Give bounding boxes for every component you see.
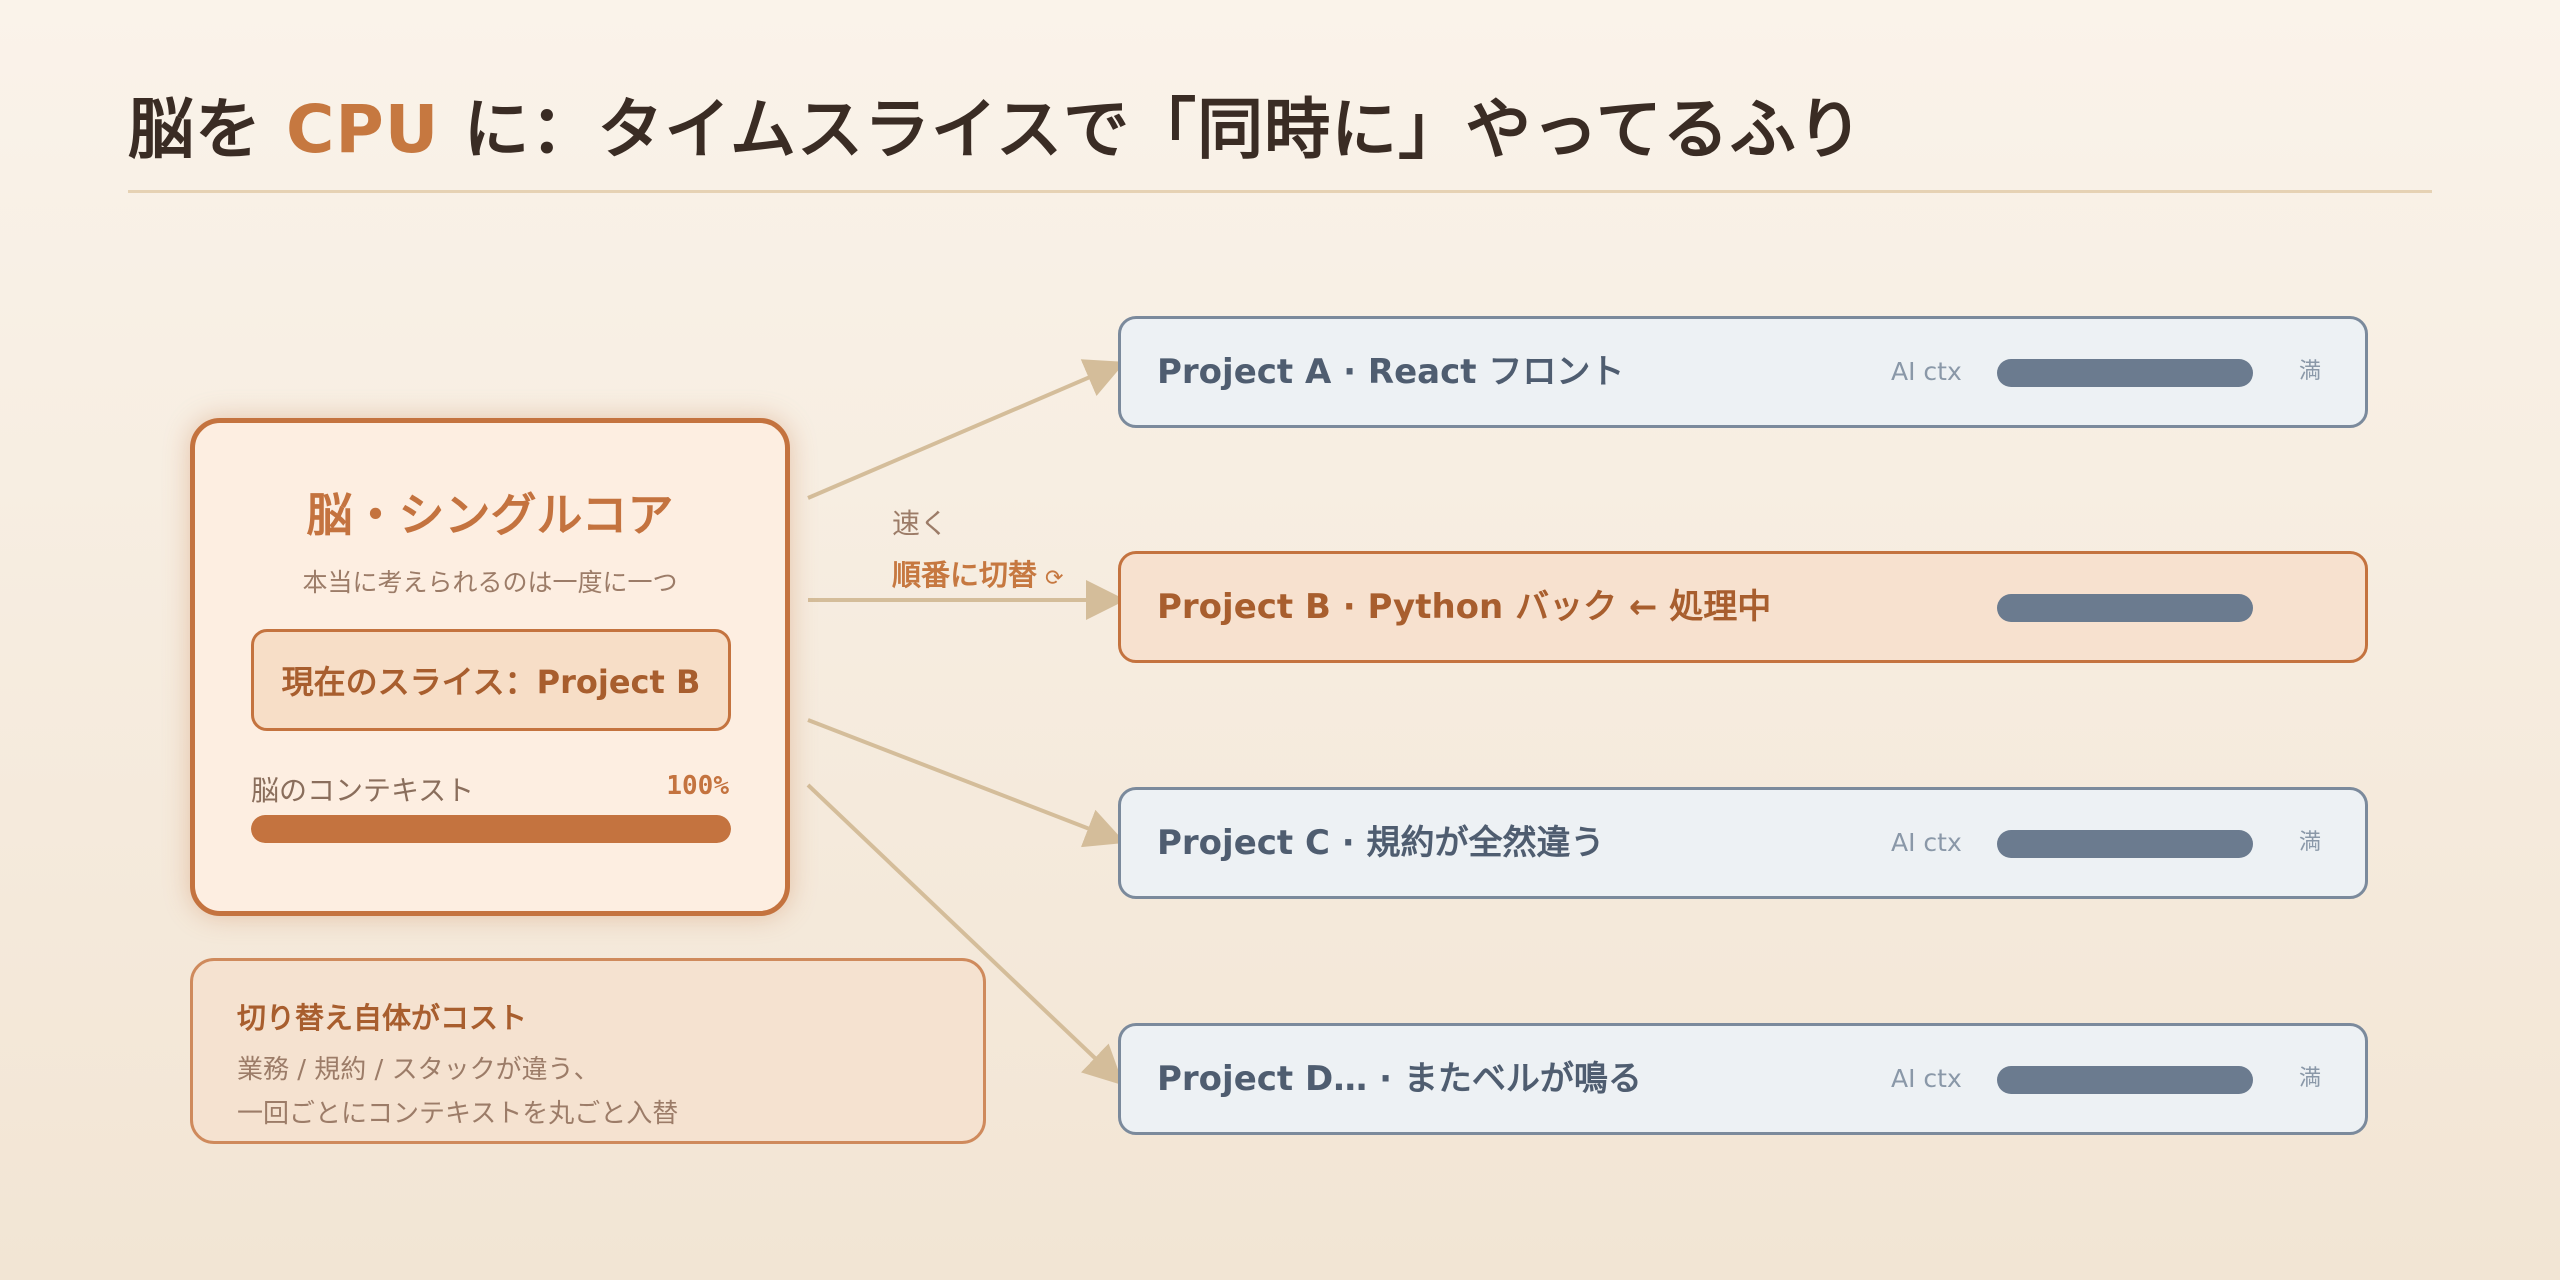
current-slice-box: 現在のスライス：Project B — [251, 629, 731, 731]
switch-note-order: 順番に切替 ⟳ — [892, 552, 1063, 594]
brain-title: 脳・シングルコア — [306, 488, 674, 542]
project-card-b: Project B · Python バック ← 処理中 — [1118, 551, 2368, 663]
project-name: Project A · React フロント — [1157, 352, 1625, 392]
brain-context-label: 脳のコンテキスト — [251, 774, 475, 807]
project-ai-ctx-status: 満 — [2299, 1066, 2322, 1091]
project-card-a: Project A · React フロント AI ctx 満 — [1118, 316, 2368, 428]
project-ai-ctx-status: 満 — [2299, 830, 2322, 855]
brain-context-value: 100% — [666, 771, 729, 801]
project-ai-ctx-status: 満 — [2299, 359, 2322, 384]
switch-note: 速く 順番に切替 ⟳ — [892, 502, 1063, 594]
switch-note-speed: 速く — [892, 507, 949, 540]
switch-cost-line-2: 一回ごとにコンテキストを丸ごと入替 — [237, 1099, 679, 1129]
brain-subtitle: 本当に考えられるのは一度に一つ — [302, 568, 678, 597]
brain-card: 脳・シングルコア 本当に考えられるのは一度に一つ 現在のスライス：Project… — [190, 418, 790, 916]
brain-context-fill — [251, 815, 731, 843]
arrow-to-project-c — [807, 718, 1126, 848]
project-ai-ctx-bar — [1997, 830, 2253, 858]
project-name: Project B · Python バック ← 処理中 — [1157, 587, 1772, 627]
cycle-icon: ⟳ — [1045, 566, 1064, 591]
project-ai-ctx-bar — [1997, 1066, 2253, 1094]
switch-cost-line-1: 業務 / 規約 / スタックが違う、 — [237, 1055, 600, 1085]
project-card-d: Project D… · またベルが鳴る AI ctx 満 — [1118, 1023, 2368, 1135]
project-ai-ctx-bar — [1997, 359, 2253, 387]
project-name: Project D… · またベルが鳴る — [1157, 1059, 1642, 1099]
project-ai-ctx-label: AI ctx — [1891, 828, 1962, 857]
project-card-c: Project C · 規約が全然違う AI ctx 満 — [1118, 787, 2368, 899]
project-name: Project C · 規約が全然違う — [1157, 823, 1605, 863]
current-slice-label: 現在のスライス：Project B — [281, 663, 701, 701]
switch-cost-title: 切り替え自体がコスト — [237, 1001, 528, 1035]
switch-note-order-text: 順番に切替 — [892, 558, 1038, 592]
project-ai-ctx-label: AI ctx — [1891, 357, 1962, 386]
project-ai-ctx-label: AI ctx — [1891, 1064, 1962, 1093]
switch-cost-box: 切り替え自体がコスト 業務 / 規約 / スタックが違う、 一回ごとにコンテキス… — [190, 958, 986, 1144]
brain-context-bar — [251, 815, 731, 843]
arrow-to-project-a — [807, 359, 1126, 500]
project-ai-ctx-bar — [1997, 594, 2253, 622]
